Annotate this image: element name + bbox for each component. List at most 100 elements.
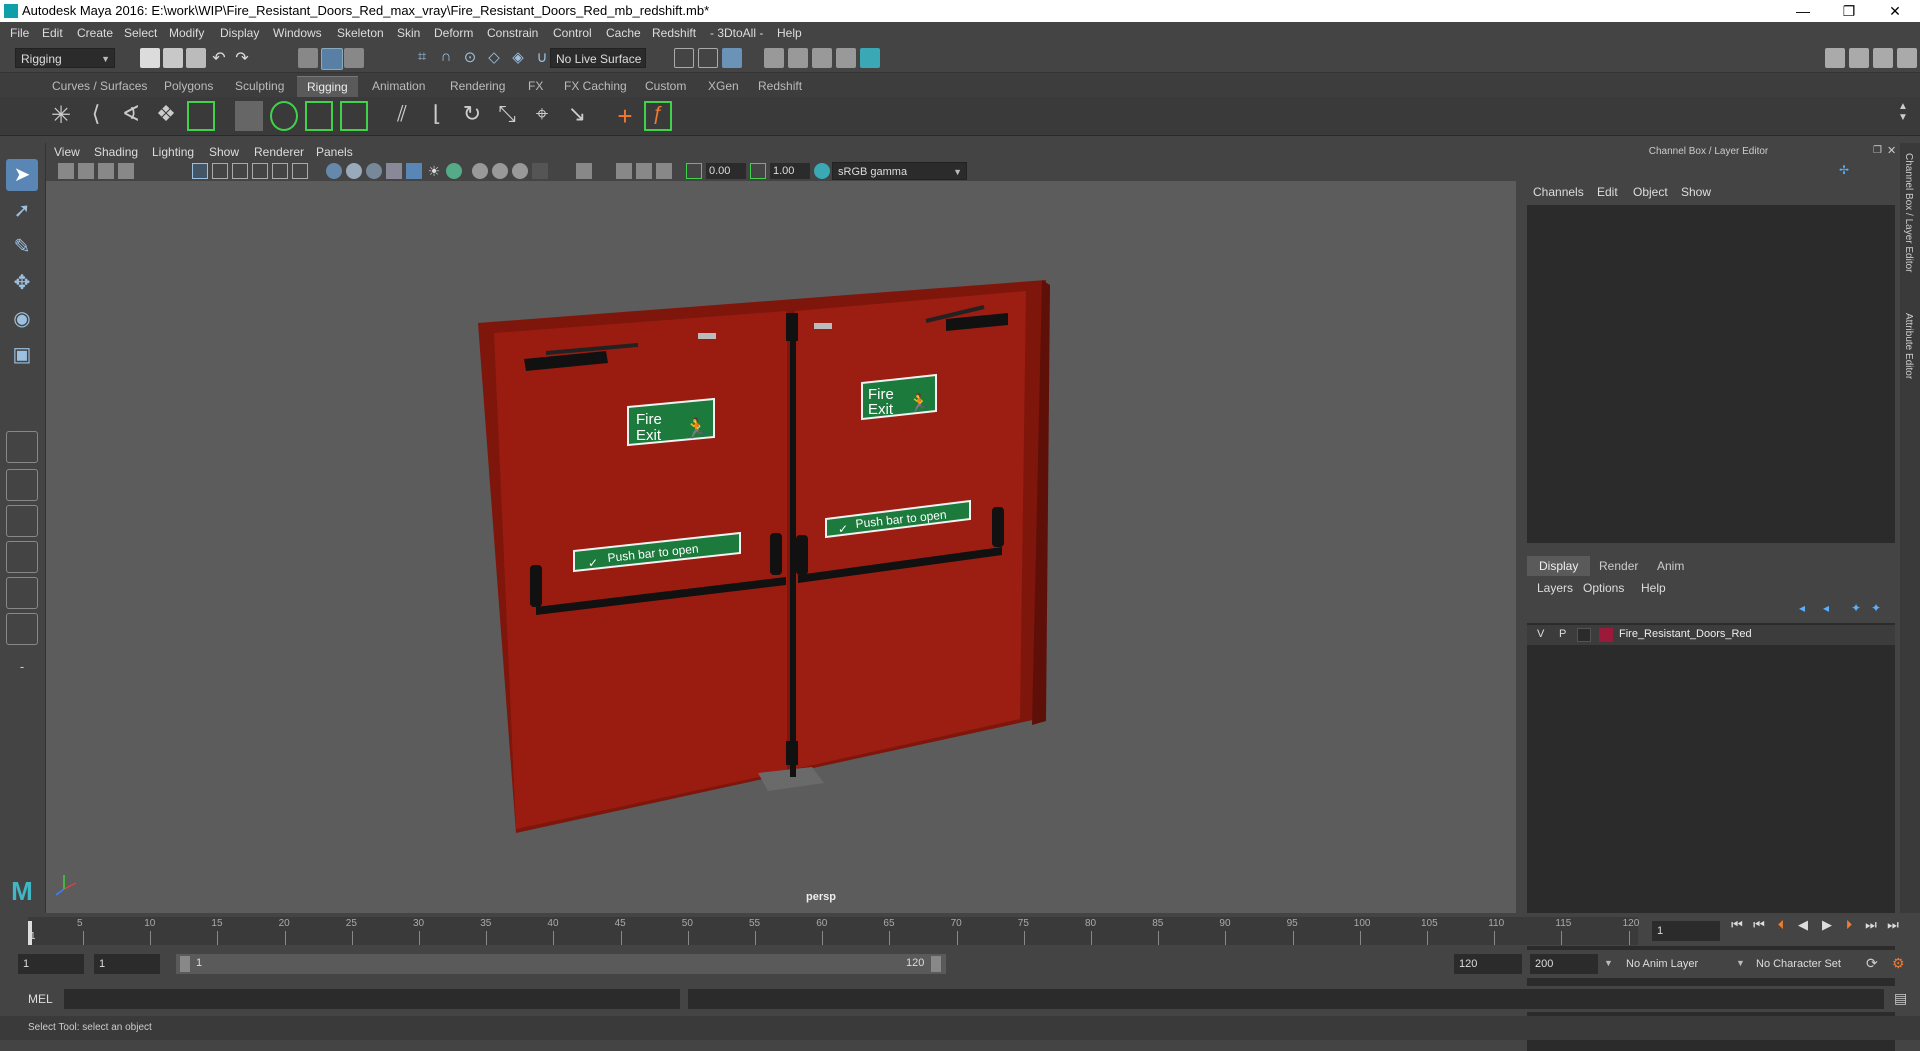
scale-tool-icon[interactable]: ▣ bbox=[6, 339, 38, 371]
anim-layer-selector[interactable]: No Anim Layer bbox=[1620, 954, 1746, 974]
menu-display[interactable]: Display bbox=[220, 26, 259, 40]
exposure-icon[interactable] bbox=[686, 163, 702, 179]
select-tool-icon[interactable]: ➤ bbox=[6, 159, 38, 191]
point-constraint-icon[interactable]: ⌊ bbox=[423, 101, 451, 131]
menu-cache[interactable]: Cache bbox=[606, 26, 641, 40]
bind-skin-icon[interactable] bbox=[235, 101, 263, 131]
new-empty-layer-icon[interactable]: ✦ bbox=[1851, 601, 1861, 615]
bookmark-icon[interactable] bbox=[98, 163, 114, 179]
graph-editor-layout-icon[interactable] bbox=[6, 541, 38, 573]
hud-icon[interactable] bbox=[656, 163, 672, 179]
save-scene-icon[interactable] bbox=[186, 48, 206, 68]
aim-constraint-icon[interactable]: ⌖ bbox=[528, 101, 556, 131]
menu-windows[interactable]: Windows bbox=[273, 26, 322, 40]
shelf-tab-rendering[interactable]: Rendering bbox=[440, 76, 515, 96]
viewport-menu-view[interactable]: View bbox=[54, 145, 80, 159]
ipr-render-icon[interactable] bbox=[812, 48, 832, 68]
ik-handle-icon[interactable]: ⟨ bbox=[82, 101, 110, 131]
hypershade-layout-icon[interactable] bbox=[6, 577, 38, 609]
snap-view-plane-icon[interactable]: ◇ bbox=[484, 48, 504, 68]
output-ops-icon[interactable] bbox=[698, 48, 718, 68]
menu-create[interactable]: Create bbox=[77, 26, 113, 40]
gate-mask-icon[interactable] bbox=[252, 163, 268, 179]
range-start-handle[interactable] bbox=[180, 956, 190, 972]
side-tab-channel-box[interactable]: Channel Box / Layer Editor bbox=[1903, 153, 1914, 273]
layer-tab-render[interactable]: Render bbox=[1587, 556, 1650, 576]
range-end-handle[interactable] bbox=[931, 956, 941, 972]
motion-blur-icon[interactable] bbox=[472, 163, 488, 179]
joint-tool-icon[interactable]: ✳ bbox=[47, 101, 75, 131]
magnet-icon[interactable]: ∪ bbox=[532, 48, 552, 68]
gamma-icon[interactable] bbox=[750, 163, 766, 179]
go-to-start-icon[interactable]: ⏮ bbox=[1728, 916, 1746, 934]
input-ops-icon[interactable] bbox=[674, 48, 694, 68]
modeling-toolkit-icon[interactable] bbox=[1825, 48, 1845, 68]
layer-tab-display[interactable]: Display bbox=[1527, 556, 1591, 576]
outliner-layout-icon[interactable] bbox=[6, 505, 38, 537]
layer-name[interactable]: Fire_Resistant_Doors_Red bbox=[1619, 628, 1752, 640]
step-back-key-icon[interactable]: ⏮ bbox=[1750, 916, 1768, 934]
playback-end-field[interactable]: 120 bbox=[1454, 954, 1522, 974]
play-backwards-icon[interactable]: ◀ bbox=[1794, 916, 1812, 934]
menu-redshift[interactable]: Redshift bbox=[652, 26, 696, 40]
layer-row[interactable]: V P Fire_Resistant_Doors_Red bbox=[1527, 625, 1895, 645]
side-tab-attribute-editor[interactable]: Attribute Editor bbox=[1903, 313, 1914, 379]
animation-preferences-icon[interactable]: ⚙ bbox=[1892, 955, 1905, 972]
layer-color-swatch[interactable] bbox=[1599, 628, 1613, 642]
snap-curve-icon[interactable]: ∩ bbox=[436, 48, 456, 68]
step-forward-frame-icon[interactable]: ⏵ bbox=[1840, 916, 1858, 934]
step-back-frame-icon[interactable]: ⏴ bbox=[1772, 916, 1790, 934]
shelf-tab-xgen[interactable]: XGen bbox=[698, 76, 749, 96]
cb-menu-channels[interactable]: Channels bbox=[1533, 185, 1584, 199]
shelf-tab-animation[interactable]: Animation bbox=[362, 76, 435, 96]
viewport-menu-renderer[interactable]: Renderer bbox=[254, 145, 304, 159]
manipulator-icon[interactable]: ✢ bbox=[1839, 163, 1853, 177]
rotate-tool-icon[interactable]: ◉ bbox=[6, 303, 38, 335]
shelf-tab-redshift[interactable]: Redshift bbox=[748, 76, 812, 96]
layer-menu-help[interactable]: Help bbox=[1641, 581, 1666, 595]
image-plane-icon[interactable] bbox=[118, 163, 134, 179]
four-view-layout-icon[interactable] bbox=[6, 469, 38, 501]
xray-components-icon[interactable] bbox=[636, 163, 652, 179]
lattice-icon[interactable] bbox=[305, 101, 333, 131]
current-frame-field[interactable]: 1 bbox=[1652, 921, 1720, 941]
smooth-shade-icon[interactable] bbox=[346, 163, 362, 179]
shelf-tab-fx-caching[interactable]: FX Caching bbox=[554, 76, 637, 96]
anti-aliasing-icon[interactable] bbox=[492, 163, 508, 179]
shelf-tab-sculpting[interactable]: Sculpting bbox=[225, 76, 294, 96]
orient-constraint-icon[interactable]: ↻ bbox=[458, 101, 486, 131]
hypershade-icon[interactable] bbox=[860, 48, 880, 68]
select-component-icon[interactable] bbox=[344, 48, 364, 68]
resolution-gate-icon[interactable] bbox=[232, 163, 248, 179]
render-settings-icon[interactable] bbox=[836, 48, 856, 68]
hik-character-icon[interactable]: ƒ bbox=[644, 101, 672, 131]
layer-menu-layers[interactable]: Layers bbox=[1537, 581, 1573, 595]
select-hierarchy-icon[interactable] bbox=[298, 48, 318, 68]
viewport-menu-panels[interactable]: Panels bbox=[316, 145, 353, 159]
scale-constraint-icon[interactable]: ⤡ bbox=[493, 101, 521, 131]
mirror-joint-icon[interactable]: ❖ bbox=[152, 101, 180, 131]
cluster-icon[interactable] bbox=[340, 101, 368, 131]
channel-box-area[interactable] bbox=[1527, 205, 1895, 543]
quick-rig-icon[interactable] bbox=[187, 101, 215, 131]
viewport-menu-shading[interactable]: Shading bbox=[94, 145, 138, 159]
grid-icon[interactable] bbox=[192, 163, 208, 179]
render-frame-icon[interactable] bbox=[788, 48, 808, 68]
command-input[interactable] bbox=[64, 989, 680, 1009]
script-editor-icon[interactable]: ▤ bbox=[1894, 990, 1907, 1007]
cb-menu-edit[interactable]: Edit bbox=[1597, 185, 1618, 199]
lasso-tool-icon[interactable]: ➚ bbox=[6, 195, 38, 227]
shelf-tab-polygons[interactable]: Polygons bbox=[154, 76, 223, 96]
layer-visibility-toggle[interactable]: V bbox=[1537, 628, 1544, 640]
parent-constraint-icon[interactable]: ⫽ bbox=[388, 101, 416, 131]
play-forwards-icon[interactable]: ▶ bbox=[1818, 916, 1836, 934]
perspective-viewport[interactable]: Fire Exit 🏃 Fire Exit 🏃 ✓ Push bar to op… bbox=[46, 181, 1516, 913]
isolate-select-icon[interactable] bbox=[532, 163, 548, 179]
time-ruler[interactable]: 1 5 10 15 20 25 30 35 40 45 50 55 60 65 70 75 80 85 90 95 1… bbox=[28, 917, 1639, 945]
minimize-button[interactable]: — bbox=[1780, 0, 1826, 22]
move-layer-up-icon[interactable]: ◂ bbox=[1799, 601, 1805, 615]
viewport-menu-show[interactable]: Show bbox=[209, 145, 239, 159]
cb-menu-show[interactable]: Show bbox=[1681, 185, 1711, 199]
menu-modify[interactable]: Modify bbox=[169, 26, 204, 40]
menu-help[interactable]: Help bbox=[777, 26, 802, 40]
